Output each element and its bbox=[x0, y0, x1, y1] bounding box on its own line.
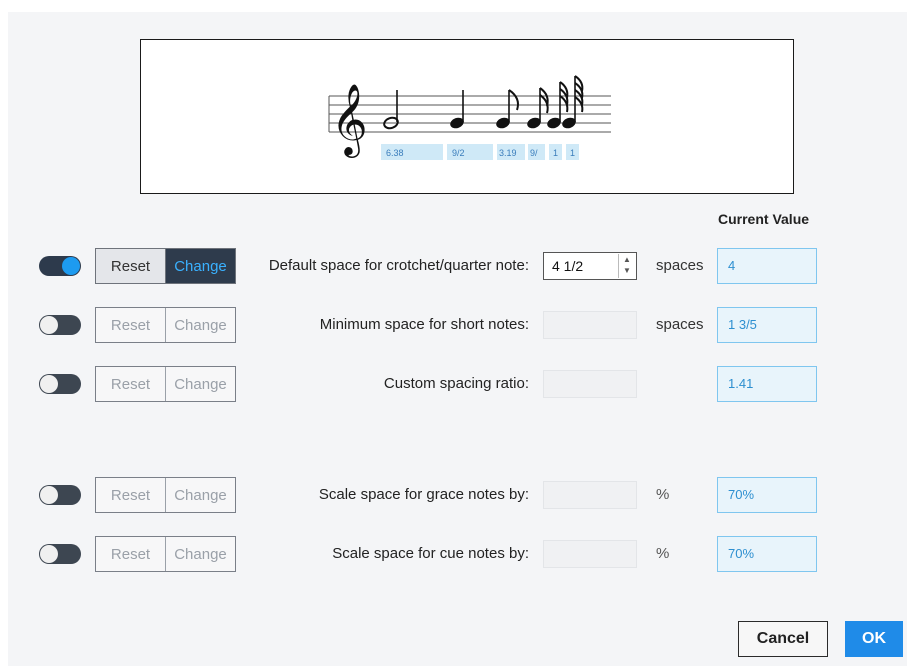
spacing-bars bbox=[381, 144, 579, 160]
spacing-label: 1 bbox=[570, 148, 575, 158]
reset-button[interactable]: Reset bbox=[96, 537, 166, 571]
spacing-label: 3.19 bbox=[499, 148, 517, 158]
enable-toggle[interactable] bbox=[39, 485, 81, 505]
enable-toggle[interactable] bbox=[39, 544, 81, 564]
toggle-knob bbox=[62, 257, 80, 275]
reset-change-group: Reset Change bbox=[95, 366, 236, 402]
current-value-header: Current Value bbox=[718, 211, 810, 227]
spacing-label: 6.38 bbox=[386, 148, 404, 158]
reset-button[interactable]: Reset bbox=[96, 308, 166, 342]
spacing-row-custom-ratio: Reset Change Custom spacing ratio: 1.41 bbox=[0, 366, 907, 402]
music-preview: 𝄞 6.38 9/2 3.19 9/ 1 1 bbox=[140, 39, 794, 194]
change-button[interactable]: Change bbox=[166, 367, 235, 401]
toggle-knob bbox=[40, 375, 58, 393]
row-label: Scale space for cue notes by: bbox=[332, 545, 529, 562]
input-value: 4 1/2 bbox=[552, 258, 584, 274]
current-value-field: 4 bbox=[717, 248, 817, 284]
spacing-row-grace-notes: Reset Change Scale space for grace notes… bbox=[0, 477, 907, 513]
spacing-label: 1 bbox=[553, 148, 558, 158]
unit-label: % bbox=[656, 486, 670, 503]
row-label: Scale space for grace notes by: bbox=[318, 486, 529, 503]
unit-label: % bbox=[656, 545, 670, 562]
reset-button[interactable]: Reset bbox=[96, 367, 166, 401]
row-label: Custom spacing ratio: bbox=[383, 375, 529, 392]
unit-label: spaces bbox=[656, 316, 704, 333]
row-label: Minimum space for short notes: bbox=[319, 316, 529, 333]
disabled-value-input[interactable] bbox=[543, 540, 637, 568]
current-value-field: 1.41 bbox=[717, 366, 817, 402]
unit-label: spaces bbox=[656, 257, 704, 274]
reset-change-group: Reset Change bbox=[95, 477, 236, 513]
change-button[interactable]: Change bbox=[166, 537, 235, 571]
enable-toggle[interactable] bbox=[39, 315, 81, 335]
ok-button[interactable]: OK bbox=[845, 621, 903, 657]
spacing-row-default-quarter: Reset Change Default space for crotchet/… bbox=[0, 248, 907, 284]
row-label: Default space for crotchet/quarter note: bbox=[268, 257, 529, 274]
enable-toggle[interactable] bbox=[39, 374, 81, 394]
change-button[interactable]: Change bbox=[166, 308, 235, 342]
reset-change-group: Reset Change bbox=[95, 248, 236, 284]
spacing-row-cue-notes: Reset Change Scale space for cue notes b… bbox=[0, 536, 907, 572]
enable-toggle[interactable] bbox=[39, 256, 81, 276]
reset-change-group: Reset Change bbox=[95, 536, 236, 572]
staff-preview-svg: 𝄞 6.38 9/2 3.19 9/ 1 1 bbox=[328, 75, 611, 160]
current-value-field: 1 3/5 bbox=[717, 307, 817, 343]
stepper-icon[interactable]: ▲ ▼ bbox=[618, 254, 635, 278]
current-value-field: 70% bbox=[717, 536, 817, 572]
toggle-knob bbox=[40, 486, 58, 504]
disabled-value-input[interactable] bbox=[543, 311, 637, 339]
sixteenth-note-icon bbox=[527, 87, 549, 129]
reset-change-group: Reset Change bbox=[95, 307, 236, 343]
spacing-label: 9/2 bbox=[452, 148, 465, 158]
reset-button[interactable]: Reset bbox=[96, 478, 166, 512]
toggle-knob bbox=[40, 545, 58, 563]
spacing-label: 9/ bbox=[530, 148, 538, 158]
reset-button[interactable]: Reset bbox=[96, 249, 166, 283]
disabled-value-input[interactable] bbox=[543, 370, 637, 398]
disabled-value-input[interactable] bbox=[543, 481, 637, 509]
treble-clef-icon: 𝄞 bbox=[331, 82, 368, 158]
cancel-button[interactable]: Cancel bbox=[738, 621, 828, 657]
change-button[interactable]: Change bbox=[166, 249, 235, 283]
toggle-knob bbox=[40, 316, 58, 334]
current-value-field: 70% bbox=[717, 477, 817, 513]
spacing-row-min-short: Reset Change Minimum space for short not… bbox=[0, 307, 907, 343]
change-button[interactable]: Change bbox=[166, 478, 235, 512]
quarter-note-space-input[interactable]: 4 1/2 ▲ ▼ bbox=[543, 252, 637, 280]
